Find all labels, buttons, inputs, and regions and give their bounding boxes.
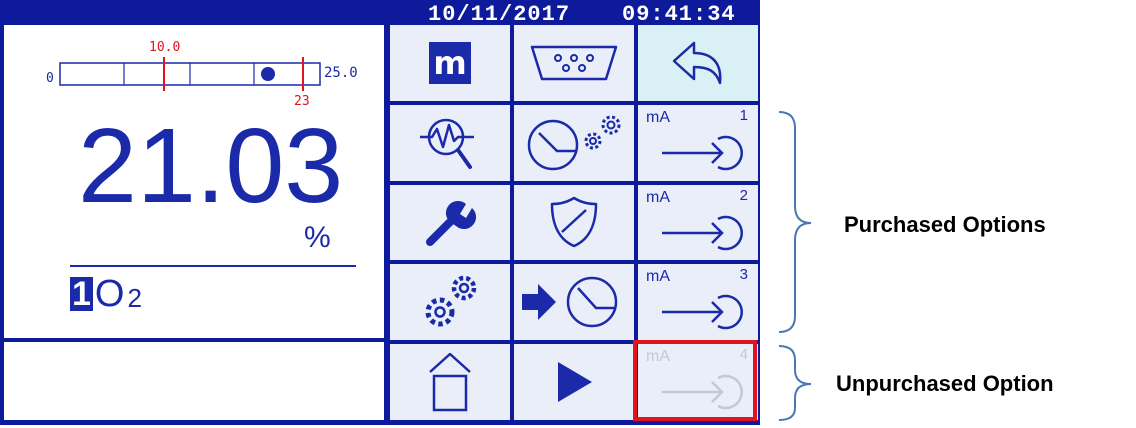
unpurchased-option-label: Unpurchased Option xyxy=(836,371,1054,396)
wrench-icon xyxy=(426,201,477,247)
back-arrow-icon xyxy=(672,41,722,85)
reading-value: 21.03 xyxy=(78,107,344,225)
maintenance-button[interactable] xyxy=(390,184,510,261)
message-panel xyxy=(4,342,384,420)
run-button[interactable] xyxy=(514,344,634,420)
output-3-label: mA xyxy=(646,268,670,286)
measurement-panel: 10.0 0 25.0 23 21.03 % 1 O 2 xyxy=(4,25,384,338)
status-time: 09:41:34 xyxy=(622,2,736,27)
output-2-number: 2 xyxy=(739,186,748,204)
range-min-label: 0 xyxy=(46,71,54,86)
play-icon xyxy=(558,362,592,403)
security-button[interactable] xyxy=(514,184,634,261)
output-2-label: mA xyxy=(646,188,670,206)
home-icon xyxy=(429,352,471,412)
channel-badge: 1 xyxy=(70,275,93,313)
output-3-number: 3 xyxy=(739,266,748,284)
shield-icon xyxy=(550,197,598,248)
configuration-button[interactable] xyxy=(390,264,510,341)
calibration-settings-button[interactable] xyxy=(514,104,634,181)
gas-subscript: 2 xyxy=(127,283,142,313)
status-date: 10/11/2017 xyxy=(428,2,571,27)
m-menu-label: m xyxy=(433,44,466,82)
value-indicator xyxy=(261,67,275,81)
unpurchased-bracket xyxy=(778,345,812,421)
output-1-button[interactable]: mA 1 xyxy=(638,104,758,181)
communications-button[interactable] xyxy=(514,25,634,101)
output-control-button[interactable] xyxy=(514,264,634,341)
annotation-brackets xyxy=(778,111,812,421)
range-max-label: 25.0 xyxy=(324,65,358,81)
purchased-options-label: Purchased Options xyxy=(844,212,1046,237)
output-arrow-icon xyxy=(662,295,743,330)
output-2-button[interactable]: mA 2 xyxy=(638,184,758,261)
output-3-button[interactable]: mA 3 xyxy=(638,264,758,341)
serial-port-icon xyxy=(530,45,618,81)
gauge-gears-icon xyxy=(527,115,621,170)
output-arrow-icon xyxy=(662,135,743,170)
reading-unit: % xyxy=(304,221,331,254)
arrow-gauge-icon xyxy=(522,277,618,328)
gas-label: 1 O 2 xyxy=(70,273,142,315)
m-menu-icon: m xyxy=(429,41,471,84)
diagnostics-button[interactable] xyxy=(390,104,510,181)
output-1-number: 1 xyxy=(739,106,748,124)
purchased-bracket xyxy=(778,111,812,333)
output-1-label: mA xyxy=(646,108,670,126)
reading-divider xyxy=(70,265,356,267)
unpurchased-highlight-box xyxy=(633,340,757,421)
output-arrow-icon xyxy=(662,215,743,250)
menu-button[interactable]: m xyxy=(390,25,510,101)
back-button[interactable] xyxy=(638,25,758,101)
home-button[interactable] xyxy=(390,344,510,420)
gas-symbol: O xyxy=(94,273,125,315)
diagnostics-magnifier-icon xyxy=(420,118,474,169)
setpoint-label: 10.0 xyxy=(149,40,180,55)
gears-icon xyxy=(425,276,477,327)
